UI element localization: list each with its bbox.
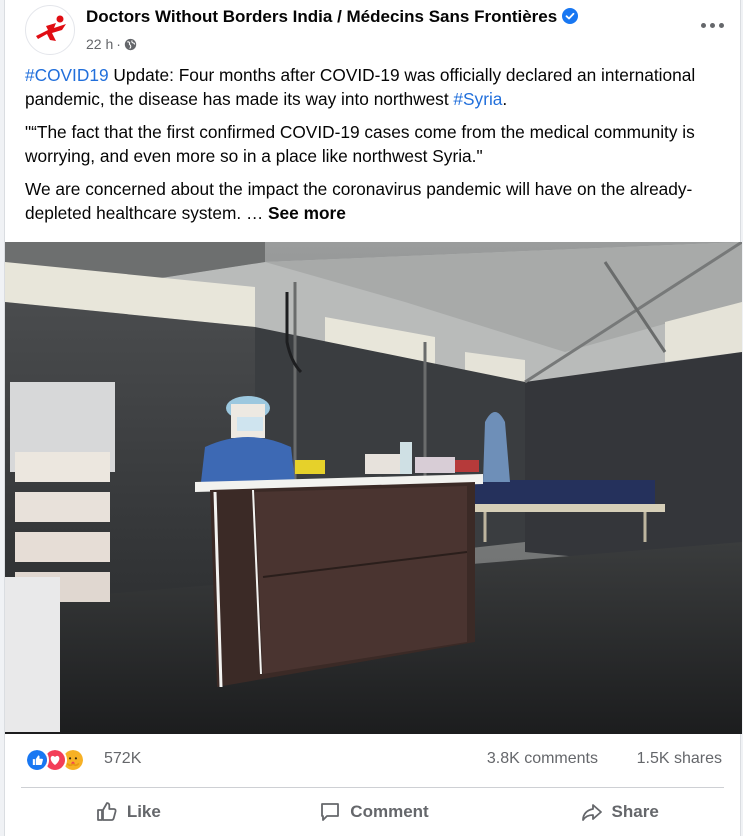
hashtag-syria[interactable]: #Syria: [453, 89, 502, 109]
paragraph-1: #COVID19 Update: Four months after COVID…: [25, 63, 730, 111]
post-timestamp[interactable]: 22 h: [86, 36, 113, 52]
page-avatar[interactable]: [25, 5, 75, 55]
see-more-link[interactable]: See more: [268, 203, 346, 223]
like-button[interactable]: Like: [5, 788, 251, 836]
tent-clinic-photo: [5, 242, 742, 734]
like-reaction-icon: [25, 748, 49, 772]
msf-logo-icon: [36, 15, 66, 41]
post-meta: 22 h ·: [86, 36, 137, 52]
share-label: Share: [611, 802, 659, 821]
page-name[interactable]: Doctors Without Borders India / Médecins…: [86, 7, 579, 27]
more-options-button[interactable]: [694, 10, 730, 40]
share-button[interactable]: Share: [496, 788, 742, 836]
post-text: #COVID19 Update: Four months after COVID…: [25, 63, 730, 234]
dot-icon: [718, 22, 724, 28]
post-card: Doctors Without Borders India / Médecins…: [4, 0, 742, 836]
comment-button[interactable]: Comment: [251, 788, 497, 836]
dot-icon: [700, 22, 706, 28]
comment-label: Comment: [350, 802, 429, 821]
comments-count[interactable]: 3.8K comments: [487, 750, 598, 768]
share-arrow-icon: [581, 804, 602, 821]
shares-count[interactable]: 1.5K shares: [637, 750, 722, 768]
comment-bubble-icon: [321, 803, 340, 821]
thumbs-up-icon: [96, 802, 117, 821]
post-header: Doctors Without Borders India / Médecins…: [5, 0, 742, 62]
post-stats: 572K 3.8K comments 1.5K shares: [5, 736, 742, 786]
meta-separator: ·: [116, 36, 121, 52]
like-label: Like: [126, 802, 161, 821]
page-name-text[interactable]: Doctors Without Borders India / Médecins…: [86, 7, 557, 26]
paragraph-3: We are concerned about the impact the co…: [25, 177, 730, 225]
post-actions: Like Comment Share: [5, 788, 742, 836]
paragraph-2: "“The fact that the first confirmed COVI…: [25, 122, 695, 166]
paragraph-3-text: We are concerned about the impact the co…: [25, 179, 693, 223]
hashtag-covid19[interactable]: #COVID19: [25, 65, 109, 85]
dot-icon: [709, 22, 715, 28]
verified-badge-icon: [562, 8, 579, 24]
paragraph-1-end: .: [502, 89, 508, 109]
post-photo[interactable]: [5, 242, 742, 734]
paragraph-1-text: Update: Four months after COVID-19 was o…: [25, 65, 696, 109]
globe-icon: [124, 38, 137, 51]
reactions-count[interactable]: 572K: [104, 750, 141, 768]
